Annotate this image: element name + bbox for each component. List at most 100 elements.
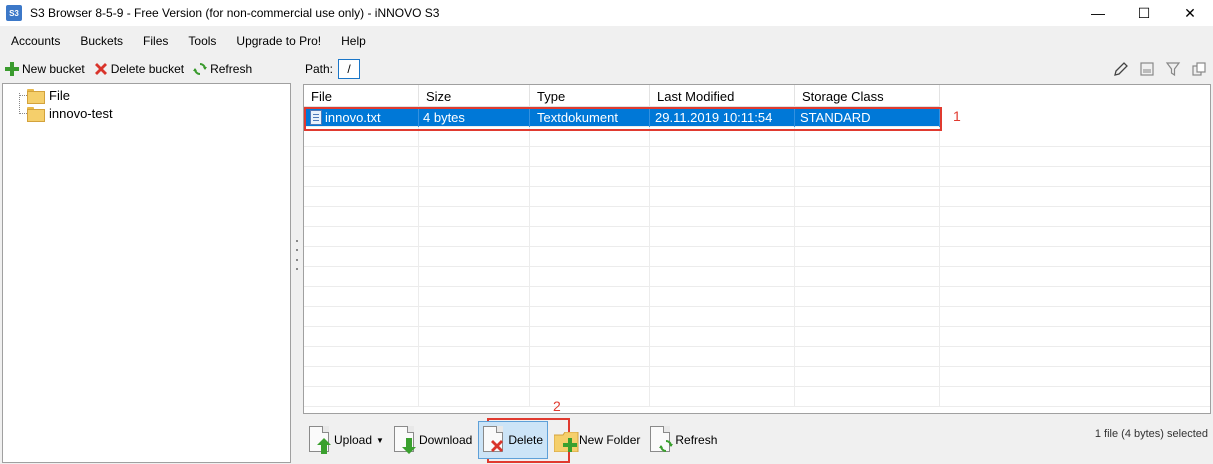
empty-cell (304, 307, 419, 327)
empty-cell (530, 207, 650, 227)
column-size[interactable]: Size (419, 85, 530, 107)
close-button[interactable]: ✕ (1167, 0, 1213, 26)
panel-splitter[interactable] (295, 240, 299, 270)
empty-cell (795, 167, 940, 187)
copy-icon[interactable] (1191, 61, 1207, 77)
menu-bar: Accounts Buckets Files Tools Upgrade to … (0, 30, 375, 52)
column-storage-class[interactable]: Storage Class (795, 85, 940, 107)
empty-cell (795, 267, 940, 287)
empty-cell (650, 227, 795, 247)
empty-cell (795, 227, 940, 247)
empty-cell (530, 167, 650, 187)
refresh-files-button[interactable]: Refresh (646, 421, 721, 459)
path-input[interactable]: / (338, 59, 361, 79)
tree-item-file[interactable]: File (27, 87, 72, 104)
menu-tools[interactable]: Tools (177, 30, 225, 52)
empty-cell (304, 347, 419, 367)
empty-row (304, 187, 1210, 207)
new-folder-button[interactable]: New Folder (550, 421, 644, 459)
dropdown-arrow-icon[interactable]: ▼ (376, 436, 384, 445)
empty-cell (419, 367, 530, 387)
selection-status: 1 file (4 bytes) selected (1094, 428, 1208, 440)
delete-x-icon (93, 61, 109, 77)
panel-icon[interactable] (1139, 61, 1155, 77)
empty-cell (940, 187, 1210, 207)
empty-cell (795, 347, 940, 367)
empty-cell (304, 367, 419, 387)
tree-item-label: File (49, 88, 70, 103)
empty-cell (530, 187, 650, 207)
refresh-icon (650, 426, 674, 454)
empty-cell (530, 307, 650, 327)
path-bar: Path: / (305, 58, 361, 80)
empty-row (304, 307, 1210, 327)
maximize-button[interactable]: ☐ (1121, 0, 1167, 26)
empty-cell (940, 287, 1210, 307)
empty-cell (940, 347, 1210, 367)
refresh-buckets-button[interactable]: Refresh (192, 58, 252, 80)
pencil-icon[interactable] (1113, 61, 1129, 77)
new-folder-icon (554, 426, 579, 454)
delete-button[interactable]: Delete (478, 421, 549, 459)
empty-cell (419, 147, 530, 167)
empty-row (304, 167, 1210, 187)
empty-cell (419, 347, 530, 367)
download-button[interactable]: Download (390, 421, 476, 459)
column-type[interactable]: Type (530, 85, 650, 107)
column-file[interactable]: File (304, 85, 419, 107)
tree-connector (19, 93, 20, 114)
empty-cell (795, 187, 940, 207)
empty-cell (304, 267, 419, 287)
empty-row (304, 147, 1210, 167)
empty-row (304, 247, 1210, 267)
refresh-files-label: Refresh (675, 433, 718, 447)
empty-cell (940, 147, 1210, 167)
menu-help[interactable]: Help (330, 30, 375, 52)
empty-cell (795, 367, 940, 387)
empty-cell (795, 287, 940, 307)
empty-row (304, 267, 1210, 287)
delete-bucket-button[interactable]: Delete bucket (93, 58, 184, 80)
empty-cell (940, 327, 1210, 347)
tree-item-innovo-test[interactable]: innovo-test (27, 105, 115, 122)
upload-icon (309, 426, 331, 454)
empty-cell (419, 187, 530, 207)
tree-item-label: innovo-test (49, 106, 113, 121)
empty-cell (419, 247, 530, 267)
app-icon: S3 (6, 5, 22, 21)
window-title: S3 Browser 8-5-9 - Free Version (for non… (30, 6, 440, 20)
menu-upgrade[interactable]: Upgrade to Pro! (225, 30, 330, 52)
empty-cell (940, 127, 1210, 147)
empty-cell (940, 207, 1210, 227)
empty-cell (419, 287, 530, 307)
folder-icon (27, 89, 45, 104)
menu-accounts[interactable]: Accounts (0, 30, 69, 52)
bucket-tree: File innovo-test (2, 83, 291, 463)
column-last-modified[interactable]: Last Modified (650, 85, 795, 107)
upload-label: Upload (334, 433, 373, 447)
menu-buckets[interactable]: Buckets (69, 30, 132, 52)
empty-cell (530, 367, 650, 387)
title-bar: S3 S3 Browser 8-5-9 - Free Version (for … (0, 0, 1213, 26)
annotation-number-1: 1 (953, 108, 961, 124)
empty-row (304, 327, 1210, 347)
empty-cell (795, 207, 940, 227)
menu-files[interactable]: Files (132, 30, 177, 52)
empty-cell (419, 227, 530, 247)
empty-cell (304, 167, 419, 187)
new-bucket-button[interactable]: New bucket (4, 58, 85, 80)
empty-cell (419, 387, 530, 407)
filter-icon[interactable] (1165, 61, 1181, 77)
refresh-icon (192, 61, 208, 77)
empty-cell (304, 387, 419, 407)
upload-button[interactable]: Upload ▼ (305, 421, 388, 459)
empty-cell (650, 307, 795, 327)
empty-cell (419, 167, 530, 187)
empty-cell (419, 327, 530, 347)
file-list-header: File Size Type Last Modified Storage Cla… (304, 85, 940, 107)
empty-cell (304, 327, 419, 347)
delete-bucket-label: Delete bucket (110, 62, 185, 76)
annotation-number-2: 2 (553, 398, 561, 414)
annotation-box-1 (304, 107, 942, 131)
minimize-button[interactable]: — (1075, 0, 1121, 26)
